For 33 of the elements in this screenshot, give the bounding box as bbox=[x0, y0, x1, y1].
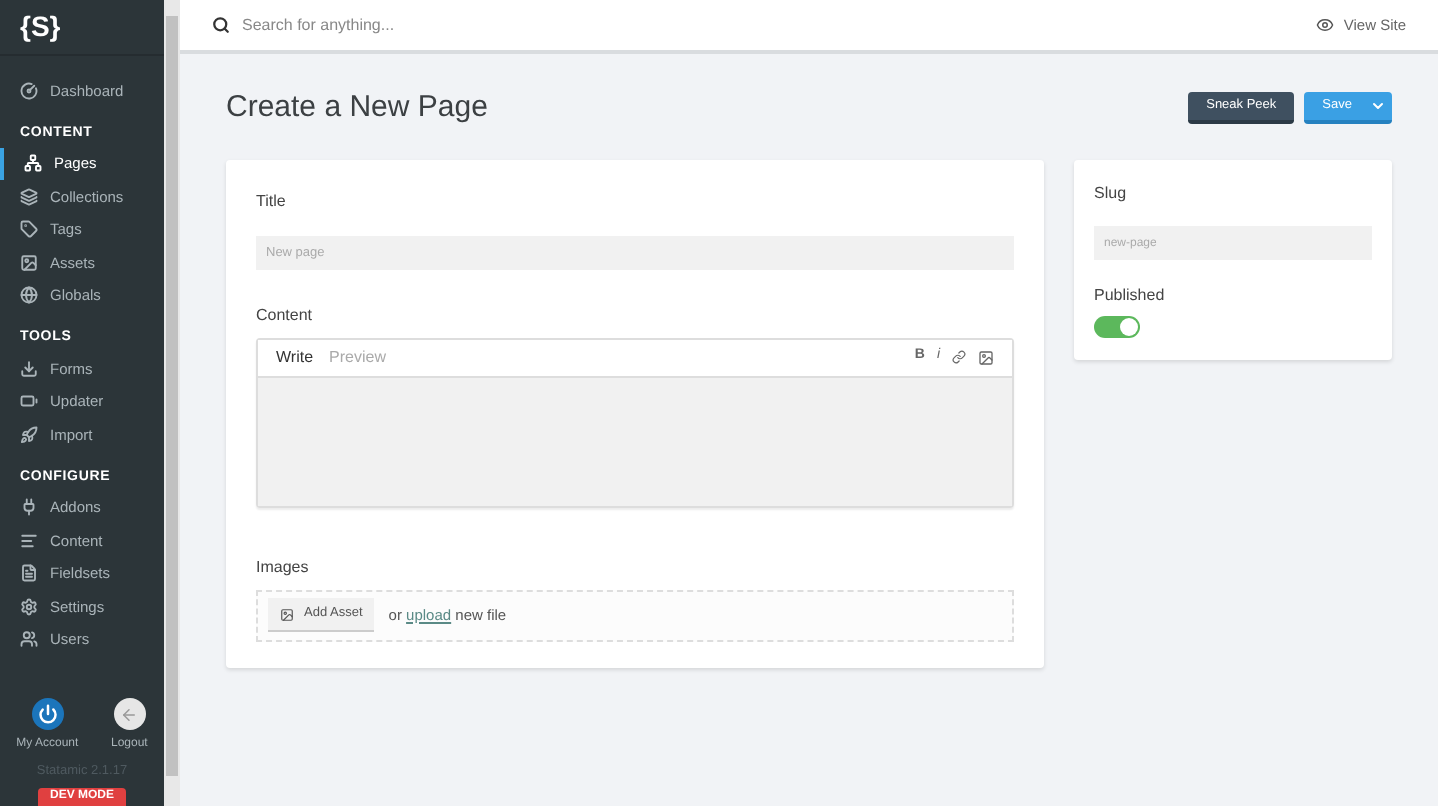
field-label: Slug bbox=[1094, 181, 1129, 205]
lines-icon bbox=[20, 531, 38, 550]
editor-tab[interactable]: Write bbox=[276, 345, 314, 369]
caret-icon[interactable] bbox=[1370, 98, 1386, 115]
plug-icon bbox=[20, 498, 38, 517]
rocket-icon bbox=[20, 425, 38, 444]
field-label: Content bbox=[256, 303, 315, 327]
tag-icon bbox=[20, 220, 38, 239]
field-label: Images bbox=[256, 555, 311, 579]
power-icon[interactable] bbox=[31, 698, 64, 731]
image-icon[interactable] bbox=[978, 349, 994, 365]
arrow-left-icon[interactable] bbox=[113, 698, 146, 731]
page-title: Create a New Page bbox=[226, 88, 490, 128]
gauge-icon bbox=[20, 81, 38, 100]
gear-icon bbox=[20, 597, 38, 616]
content-field[interactable] bbox=[258, 377, 1012, 505]
file-icon bbox=[20, 564, 38, 583]
link-icon[interactable] bbox=[952, 350, 966, 364]
users-icon bbox=[20, 630, 38, 649]
battery-icon bbox=[20, 392, 38, 411]
eye-icon bbox=[1315, 16, 1334, 34]
scrollbar[interactable] bbox=[166, 16, 178, 776]
logo[interactable]: {S} bbox=[20, 6, 61, 48]
image-icon bbox=[280, 607, 294, 621]
field-label: Published bbox=[1094, 283, 1167, 307]
download-icon bbox=[20, 359, 38, 378]
image-icon bbox=[20, 253, 38, 272]
published-toggle[interactable] bbox=[1094, 315, 1140, 337]
globe-icon bbox=[20, 286, 38, 305]
field-label: Title bbox=[256, 189, 288, 213]
layers-icon bbox=[20, 187, 38, 206]
search-icon bbox=[212, 16, 230, 34]
sitemap-icon bbox=[24, 154, 42, 173]
